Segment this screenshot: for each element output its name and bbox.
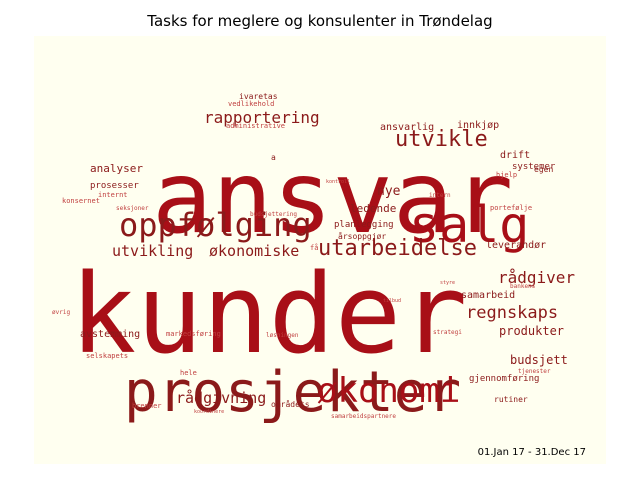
cloud-word-33: vedlikehold [228, 100, 274, 108]
cloud-word-35: rutiner [494, 395, 528, 404]
cloud-word-38: hele [180, 369, 197, 377]
cloud-word-44: konsernet [62, 197, 100, 205]
cloud-word-11: regnskaps [466, 303, 558, 323]
cloud-word-19: avstemming [80, 329, 140, 340]
cloud-word-39: løsningen [266, 332, 299, 339]
cloud-word-53: intern [429, 192, 451, 199]
cloud-word-29: markedsføring [166, 330, 221, 338]
cloud-word-13: rådgivning [176, 389, 266, 407]
cloud-word-48: internt [98, 191, 128, 199]
cloud-word-21: drift [500, 150, 530, 161]
cloud-word-1: kunder [70, 250, 467, 378]
cloud-word-50: portefølje [490, 204, 532, 212]
cloud-word-57: a [271, 153, 276, 162]
cloud-word-25: planlegging [334, 220, 394, 230]
cloud-word-49: seksjoner [116, 205, 149, 212]
cloud-word-51: koordinere [194, 409, 224, 415]
cloud-word-43: selskapets [86, 352, 128, 360]
cloud-word-27: gjennomføring [469, 374, 539, 384]
cloud-word-54: bankens [510, 283, 536, 290]
chart-title: Tasks for meglere og konsulenter in Trøn… [147, 12, 493, 30]
cloud-word-10: økonomiske [209, 242, 299, 260]
word-cloud: ansvarkunderprosjektersalgoppfølgingøkon… [52, 92, 575, 425]
word-cloud-panel: ansvar kunder prosjekter salg oppfølging økon… [34, 36, 606, 464]
cloud-word-58: få [310, 243, 318, 252]
cloud-word-40: samarbeidspartnere [331, 413, 396, 420]
cloud-word-15: analyser [90, 162, 143, 175]
cloud-word-5: økonomi [317, 371, 460, 411]
cloud-word-34: administrative [226, 122, 285, 130]
cloud-word-24: leverandør [486, 240, 546, 251]
cloud-word-16: nye [377, 184, 401, 199]
cloud-word-9: utvikling [112, 242, 193, 260]
cloud-word-23: ansvarlig [380, 122, 434, 133]
cloud-word-42: strategi [433, 329, 462, 336]
cloud-word-37: brenner [132, 402, 162, 410]
cloud-word-31: egen [534, 165, 553, 174]
cloud-word-20: samarbeid [461, 290, 515, 301]
cloud-word-32: hjelp [496, 171, 517, 179]
cloud-word-45: tjenester [518, 368, 551, 375]
cloud-word-56: styre [440, 280, 455, 286]
date-range: 01.Jan 17 - 31.Dec 17 [477, 447, 586, 458]
cloud-word-47: budsjettering [250, 211, 297, 218]
cloud-word-46: årsoppgjør [338, 231, 386, 241]
cloud-word-41: tilbud [383, 298, 401, 304]
cloud-word-55: kontroll [326, 179, 350, 185]
cloud-word-52: øvrig [52, 309, 70, 316]
cloud-word-26: prosesser [90, 181, 139, 191]
cloud-word-36: områdets [271, 399, 310, 409]
cloud-word-14: ledende [350, 202, 396, 215]
cloud-word-17: produkter [499, 324, 564, 338]
cloud-word-22: innkjøp [457, 120, 499, 131]
cloud-word-18: budsjett [510, 353, 568, 367]
